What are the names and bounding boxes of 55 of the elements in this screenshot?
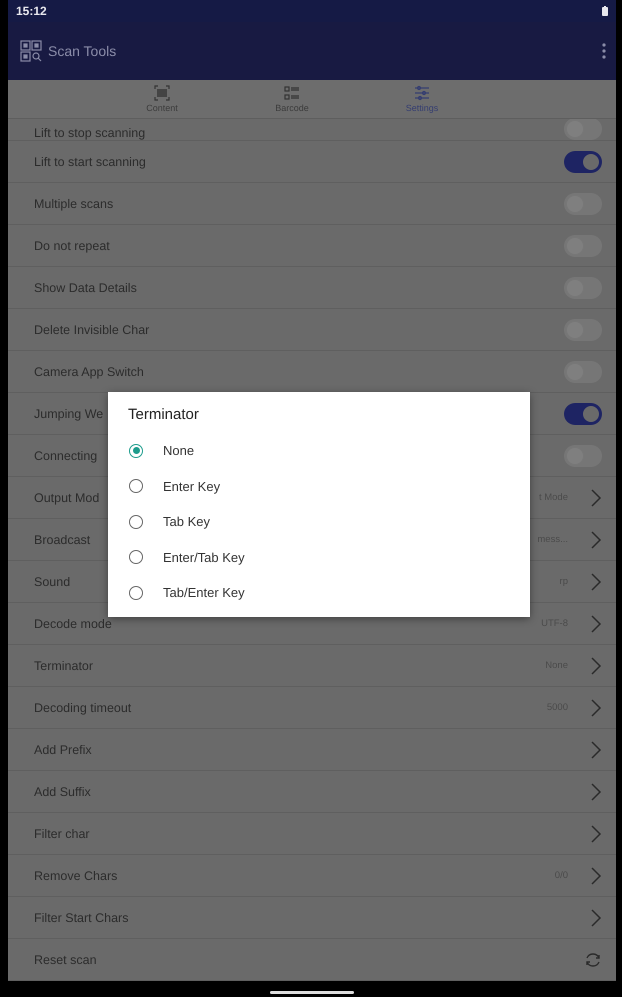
setting-label: Decoding timeout xyxy=(34,700,132,714)
toggle-switch[interactable] xyxy=(564,402,602,424)
option-label[interactable]: None xyxy=(163,443,194,458)
option-label[interactable]: Enter Key xyxy=(163,478,220,494)
sliders-icon xyxy=(414,85,430,101)
chevron-right-icon xyxy=(590,614,602,634)
option-label[interactable]: Tab Key xyxy=(163,514,210,530)
option-label[interactable]: Enter/Tab Key xyxy=(163,550,245,565)
radio-button[interactable] xyxy=(129,550,143,564)
chevron-right-icon xyxy=(590,740,602,760)
status-time: 15:12 xyxy=(16,4,47,18)
setting-label: Decode mode xyxy=(34,616,112,630)
setting-label: Show Data Details xyxy=(34,280,137,294)
setting-label: Camera App Switch xyxy=(34,364,144,378)
chevron-right-icon xyxy=(590,656,602,676)
chevron-right-icon xyxy=(590,698,602,718)
battery-icon xyxy=(602,6,608,16)
setting-label: Sound xyxy=(34,574,70,588)
radio-button[interactable] xyxy=(129,586,143,600)
toggle-switch[interactable] xyxy=(564,119,602,140)
setting-label: Output Mod xyxy=(34,490,100,504)
radio-button[interactable] xyxy=(129,444,143,458)
setting-label: Broadcast xyxy=(34,532,90,546)
dialog-title: Terminator xyxy=(127,406,200,423)
chevron-right-icon xyxy=(590,824,602,844)
setting-label: Add Suffix xyxy=(34,784,91,798)
chevron-right-icon xyxy=(590,908,602,928)
setting-label: Filter Start Chars xyxy=(34,910,128,924)
setting-label: Do not repeat xyxy=(34,238,110,252)
setting-label: Multiple scans xyxy=(34,196,114,210)
refresh-icon[interactable] xyxy=(584,950,602,968)
barcode-scan-icon xyxy=(154,85,170,101)
qr-scan-icon xyxy=(20,40,42,62)
setting-label: Jumping We xyxy=(34,406,104,420)
setting-label: Add Prefix xyxy=(34,742,92,756)
radio-button[interactable] xyxy=(129,514,143,529)
setting-label: Terminator xyxy=(34,658,94,672)
setting-label: Reset scan xyxy=(34,952,97,966)
chevron-right-icon xyxy=(590,488,602,508)
setting-label: Lift to start scanning xyxy=(34,154,146,168)
more-menu-icon[interactable] xyxy=(602,43,606,59)
list-icon xyxy=(284,85,300,101)
setting-label: Lift to stop scanning xyxy=(34,126,146,140)
chevron-right-icon xyxy=(590,572,602,592)
app-title: Scan Tools xyxy=(48,43,118,59)
setting-label: Delete Invisible Char xyxy=(34,322,150,336)
chevron-right-icon xyxy=(590,782,602,802)
chevron-right-icon xyxy=(590,866,602,886)
chevron-right-icon xyxy=(590,530,602,550)
option-label[interactable]: Tab/Enter Key xyxy=(163,585,245,600)
setting-label: Filter char xyxy=(34,826,90,840)
setting-label: Connecting xyxy=(34,448,98,462)
radio-button[interactable] xyxy=(129,479,143,494)
setting-label: Remove Chars xyxy=(34,868,118,882)
toggle-switch[interactable] xyxy=(564,150,602,172)
